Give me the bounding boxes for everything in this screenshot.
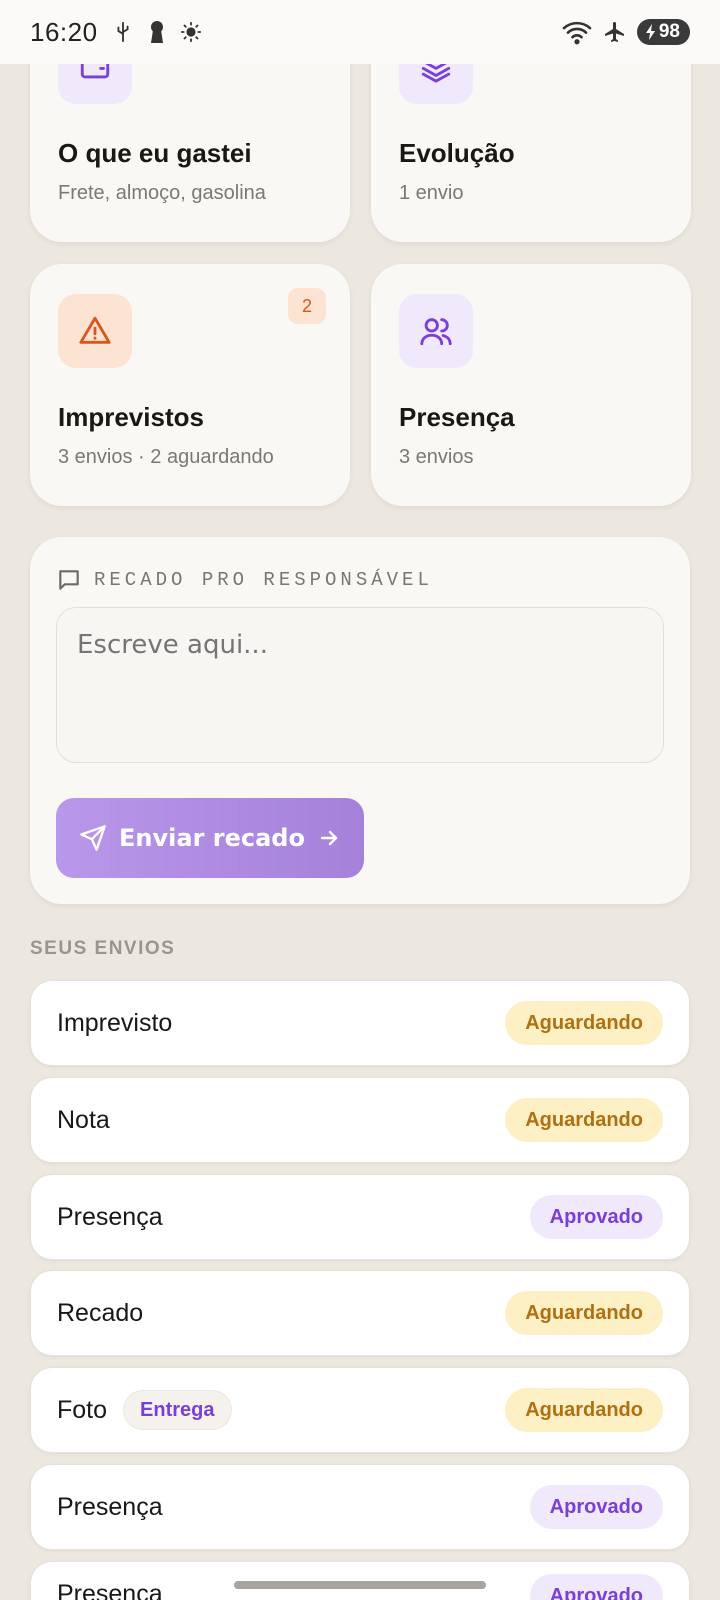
submission-label: Imprevisto [57, 1008, 173, 1037]
submission-row[interactable]: Recado Aguardando [30, 1270, 690, 1356]
users-icon [399, 294, 473, 368]
tile-title: O que eu gastei [58, 138, 252, 168]
send-icon [79, 824, 107, 852]
arrow-right-icon [317, 826, 341, 850]
warning-icon [58, 294, 132, 368]
submission-row[interactable]: Presença Aprovado [30, 1464, 690, 1550]
message-icon [56, 567, 82, 593]
airplane-icon [603, 20, 627, 44]
send-message-button[interactable]: Enviar recado [56, 798, 364, 878]
tile-unforeseen[interactable]: 2 Imprevistos 3 envios · 2 aguardando [30, 264, 350, 506]
submission-label: Nota [57, 1105, 110, 1134]
submission-row[interactable]: Imprevisto Aguardando [30, 980, 690, 1066]
status-bar: 16:20 98 [0, 0, 720, 64]
status-badge: Aguardando [505, 1291, 663, 1335]
keyhole-icon [148, 20, 166, 44]
submission-label: Presença [57, 1202, 163, 1231]
tile-subtitle: 1 envio [399, 182, 464, 204]
status-badge: Aprovado [529, 1195, 663, 1239]
submission-label: Foto [57, 1395, 108, 1424]
brightness-icon [180, 21, 202, 43]
message-input[interactable] [56, 607, 664, 763]
message-card: RECADO PRO RESPONSÁVEL Enviar recado [30, 537, 690, 904]
status-badge: Aguardando [505, 1098, 663, 1142]
tile-attendance[interactable]: Presença 3 envios [371, 264, 691, 506]
submissions-title: SEUS ENVIOS [30, 938, 176, 959]
battery-charging-icon: 98 [636, 19, 690, 45]
tile-subtitle: 3 envios [399, 446, 474, 468]
tile-title: Imprevistos [58, 402, 204, 432]
tile-title: Evolução [399, 138, 515, 168]
status-badge: Aprovado [529, 1485, 663, 1529]
status-badge: Aguardando [505, 1001, 663, 1045]
tile-subtitle: Frete, almoço, gasolina [58, 182, 266, 204]
wifi-icon [561, 19, 593, 45]
count-badge: 2 [288, 288, 326, 324]
submission-label: Presença [57, 1580, 163, 1600]
status-badge: Aguardando [505, 1388, 663, 1432]
submission-row[interactable]: Presença Aprovado [30, 1174, 690, 1260]
submission-row[interactable]: Foto Entrega Aguardando [30, 1367, 690, 1453]
submission-label: Recado [57, 1298, 144, 1327]
message-header: RECADO PRO RESPONSÁVEL [56, 567, 433, 593]
clock: 16:20 [30, 16, 98, 47]
usb-icon [112, 20, 134, 44]
message-label: RECADO PRO RESPONSÁVEL [94, 569, 433, 591]
send-label: Enviar recado [119, 824, 305, 852]
submission-row[interactable]: Nota Aguardando [30, 1077, 690, 1163]
status-badge: Aprovado [529, 1574, 663, 1600]
category-tag: Entrega [123, 1390, 232, 1430]
tile-subtitle: 3 envios · 2 aguardando [58, 446, 274, 468]
battery-level: 98 [658, 21, 680, 42]
submission-label: Presença [57, 1492, 163, 1521]
home-indicator[interactable] [234, 1581, 486, 1589]
tile-title: Presença [399, 402, 515, 432]
